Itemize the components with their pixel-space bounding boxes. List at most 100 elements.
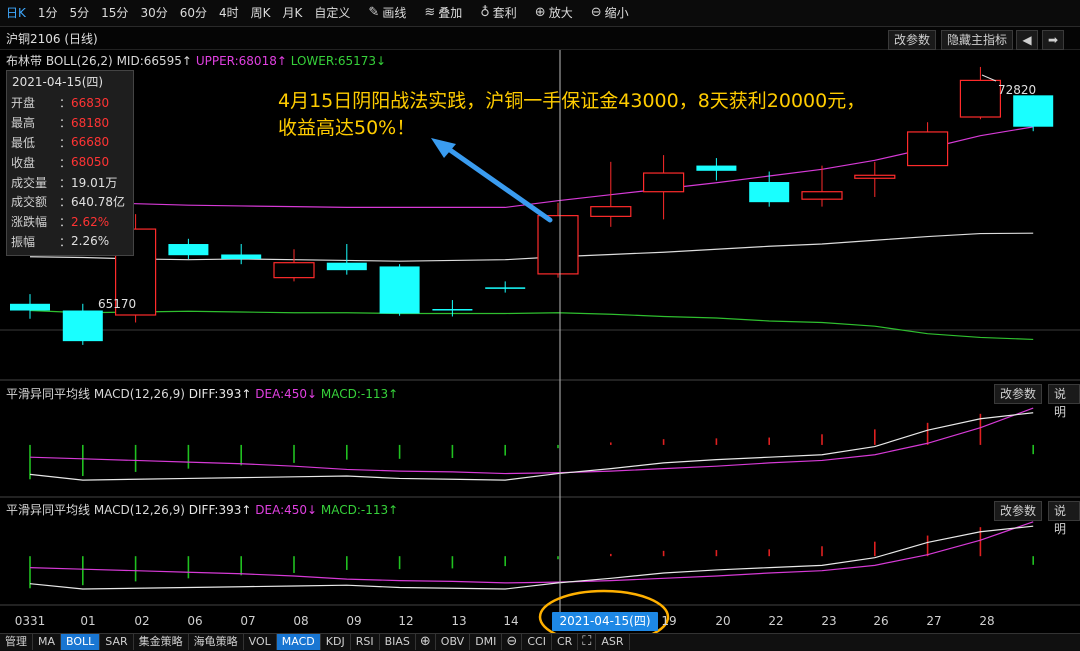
info-value: 2.62% <box>71 214 110 229</box>
info-label: 最低 <box>11 135 36 150</box>
info-date: 2021-04-15(四) <box>12 75 104 89</box>
candle-body <box>959 79 1002 118</box>
macd1-dea: DEA:450↓ <box>255 387 318 401</box>
candle-body <box>62 310 103 342</box>
date-tick: 23 <box>821 614 837 628</box>
date-tick: 07 <box>240 614 256 628</box>
annotation-text: 4月15日阴阳战法实践，沪铜一手保证金43000，8天获利20000元， 收益高… <box>278 88 958 142</box>
date-tick: 08 <box>293 614 309 628</box>
candle-body <box>221 254 262 259</box>
info-separator: ： <box>59 215 72 230</box>
tab-icon[interactable]: ⊕ <box>416 634 436 650</box>
indicator-tab[interactable]: KDJ <box>321 634 351 650</box>
indicator-tab[interactable]: DMI <box>470 634 503 650</box>
macd2-diff-line <box>29 525 1034 590</box>
macd2-help-button[interactable]: 说明 <box>1048 501 1080 536</box>
macd1-change-params-button[interactable]: 改参数 <box>994 384 1043 404</box>
indicator-tab[interactable]: SAR <box>100 634 134 650</box>
info-label: 成交额 <box>11 195 48 210</box>
candle-body <box>854 174 896 179</box>
annotation-line-1: 4月15日阴阳战法实践，沪铜一手保证金43000，8天获利20000元， <box>278 90 866 112</box>
macd1-diff: DIFF:393↑ <box>188 387 252 401</box>
info-value: 19.01万 <box>71 175 118 190</box>
info-label: 开盘 <box>11 96 36 111</box>
indicator-tab[interactable]: RSI <box>351 634 380 650</box>
info-row: 开盘 ： 66830 <box>7 93 133 113</box>
date-tick: 06 <box>187 614 203 628</box>
macd2-macd: MACD:-113↑ <box>320 503 399 517</box>
tab-icon[interactable]: ⛶ <box>578 634 597 650</box>
candle-body <box>326 262 367 271</box>
quote-info-box: 2021-04-15(四) 开盘： 66830 最高： 68180 最低： 66680 收盘… <box>6 70 134 256</box>
indicator-tab[interactable]: 集金策略 <box>134 634 189 650</box>
candle-body <box>801 191 843 200</box>
selected-date-badge: 2021-04-15(四) <box>552 612 658 631</box>
date-tick: 20 <box>715 614 731 628</box>
low-price-label: 65170 <box>98 297 136 311</box>
info-row: 最低 ： 66680 <box>7 133 133 153</box>
info-value: 640.78亿 <box>71 195 126 210</box>
macd1-help-button[interactable]: 说明 <box>1048 384 1080 419</box>
indicator-tab[interactable]: MA <box>33 634 62 650</box>
indicator-tab[interactable]: VOL <box>244 634 277 650</box>
tab-icon[interactable]: ⊖ <box>502 634 523 650</box>
candle-body <box>590 206 632 217</box>
info-separator: ： <box>59 175 72 190</box>
boll-lower-line <box>29 309 1034 341</box>
candle-body <box>379 266 420 314</box>
macd1-diff-line <box>29 412 1034 481</box>
info-label: 涨跌幅 <box>11 215 48 230</box>
date-tick: 27 <box>926 614 942 628</box>
info-separator: ： <box>59 195 72 210</box>
macd1-header: 平滑异同平均线 MACD(12,26,9) DIFF:393↑ DEA:450↓… <box>6 385 398 402</box>
candle-body <box>1013 95 1054 127</box>
info-separator: ： <box>59 234 72 249</box>
info-label: 振幅 <box>11 234 36 249</box>
indicator-tab[interactable]: MACD <box>276 634 321 650</box>
macd2-name: 平滑异同平均线 MACD(12,26,9) <box>6 503 185 517</box>
candle-body <box>642 172 685 193</box>
candle-body <box>485 287 526 289</box>
indicator-tab[interactable]: 管理 <box>0 634 33 650</box>
indicator-tab[interactable]: BIAS <box>380 634 416 650</box>
date-tick: 13 <box>451 614 467 628</box>
indicator-tab[interactable]: ASR <box>596 634 630 650</box>
indicator-tab[interactable]: BOLL <box>61 634 101 650</box>
indicator-tab[interactable]: 海龟策略 <box>189 634 244 650</box>
indicator-tab[interactable]: CR <box>552 634 579 650</box>
indicator-tab[interactable]: CCI <box>522 634 552 650</box>
info-label: 收盘 <box>11 155 36 170</box>
date-tick: 01 <box>80 614 96 628</box>
date-tick: 09 <box>346 614 362 628</box>
info-row: 收盘 ： 68050 <box>7 152 133 172</box>
macd2-dea-line <box>29 521 1034 584</box>
candle-body <box>168 244 209 256</box>
info-separator: ： <box>59 135 72 150</box>
info-label: 成交量 <box>11 175 48 190</box>
info-value: 66830 <box>71 95 110 110</box>
indicator-tab[interactable]: OBV <box>436 634 471 650</box>
macd2-change-params-button[interactable]: 改参数 <box>994 501 1043 521</box>
macd2-dea: DEA:450↓ <box>255 503 318 517</box>
candle-body <box>696 165 737 171</box>
date-tick: 19 <box>661 614 677 628</box>
date-tick: 14 <box>503 614 519 628</box>
annotation-arrow <box>437 140 553 223</box>
macd1-dea-line <box>29 407 1034 475</box>
info-separator: ： <box>59 96 72 111</box>
macd1-name: 平滑异同平均线 MACD(12,26,9) <box>6 387 185 401</box>
date-tick: 22 <box>768 614 784 628</box>
annotation-line-2: 收益高达50%！ <box>278 117 416 139</box>
candle-body <box>273 262 315 279</box>
date-tick: 12 <box>398 614 414 628</box>
macd2-diff: DIFF:393↑ <box>188 503 252 517</box>
info-row: 涨跌幅 ： 2.62% <box>7 212 133 232</box>
macd1-macd: MACD:-113↑ <box>320 387 399 401</box>
date-axis: 0331 01 02 06 07 08 09 12 13 14 19 20 22 23 26 27 28 <box>0 606 1080 632</box>
info-value: 68180 <box>71 115 110 130</box>
info-value: 68050 <box>71 155 110 170</box>
info-separator: ： <box>59 155 72 170</box>
date-tick: 28 <box>979 614 995 628</box>
info-row: 最高 ： 68180 <box>7 113 133 133</box>
info-value: 2.26% <box>71 234 110 249</box>
